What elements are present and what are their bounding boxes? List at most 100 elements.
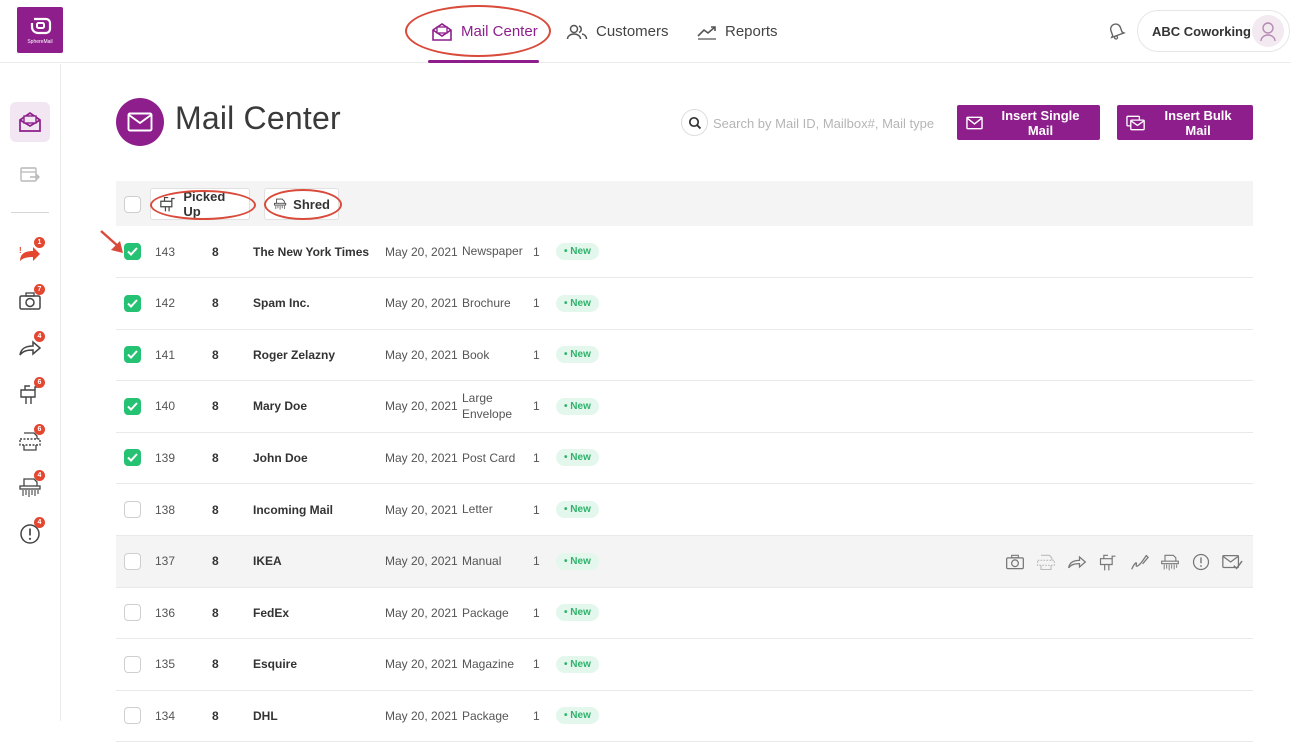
- status-cell: • New: [556, 381, 599, 432]
- search-button[interactable]: [681, 109, 708, 136]
- table-row[interactable]: 137 8 IKEA May 20, 2021 Manual 1 • New: [116, 535, 1253, 588]
- sidebar-item-mailbox[interactable]: 6: [10, 374, 50, 414]
- mailbox-number: 8: [212, 399, 219, 414]
- checkmark-icon: [127, 402, 138, 411]
- table-row[interactable]: 143 8 The New York Times May 20, 2021 Newspa…: [116, 226, 1253, 278]
- mail-id: 134: [155, 708, 176, 723]
- account-menu[interactable]: ABC Coworking: [1137, 10, 1290, 52]
- brand-logo[interactable]: SphereMail: [17, 7, 63, 53]
- row-checkbox[interactable]: [124, 449, 141, 467]
- nav-customers[interactable]: Customers: [566, 0, 669, 63]
- status-badge: • New: [556, 397, 599, 415]
- mail-id: 139: [155, 450, 176, 465]
- mail-id: 142: [155, 296, 176, 311]
- scan-icon[interactable]: [1035, 551, 1057, 573]
- page-title: Mail Center: [175, 100, 341, 136]
- select-all-checkbox[interactable]: [124, 196, 141, 213]
- sender-name[interactable]: Spam Inc.: [253, 278, 310, 329]
- status-badge: • New: [556, 346, 599, 364]
- sender-name[interactable]: FedEx: [253, 587, 289, 638]
- status-badge: • New: [556, 655, 599, 673]
- table-row[interactable]: 136 8 FedEx May 20, 2021 Package 1 • New: [116, 587, 1253, 640]
- row-checkbox[interactable]: [124, 294, 141, 312]
- envelope-check-icon[interactable]: [1221, 551, 1243, 573]
- row-checkbox[interactable]: [124, 397, 141, 415]
- sender-name[interactable]: Esquire: [253, 639, 297, 690]
- sidebar-item-scan[interactable]: 6: [10, 421, 50, 461]
- checkmark-icon: [127, 350, 138, 360]
- sidebar-item-inbox-forward[interactable]: [10, 154, 50, 194]
- mailbox-number: 8: [212, 244, 219, 259]
- table-row[interactable]: 135 8 Esquire May 20, 2021 Magazine 1 • New: [116, 639, 1253, 691]
- table-row[interactable]: 138 8 Incoming Mail May 20, 2021 Letter 1 • Ne…: [116, 484, 1253, 536]
- sender-name[interactable]: DHL: [253, 690, 278, 741]
- sign-icon[interactable]: [1128, 551, 1150, 573]
- mailbox-number: 8: [212, 657, 219, 672]
- sender-name[interactable]: Mary Doe: [253, 381, 307, 432]
- table-row[interactable]: 141 8 Roger Zelazny May 20, 2021 Book 1 • New: [116, 329, 1253, 382]
- sidebar-item-shred[interactable]: 4: [10, 467, 50, 507]
- picked-up-button[interactable]: Picked Up: [150, 188, 250, 220]
- sidebar-item-mail-center[interactable]: [10, 102, 50, 142]
- nav-reports[interactable]: Reports: [697, 0, 778, 63]
- shred-icon[interactable]: [1159, 551, 1181, 573]
- table-row[interactable]: 142 8 Spam Inc. May 20, 2021 Brochure 1 • New: [116, 278, 1253, 330]
- row-checkbox[interactable]: [124, 707, 141, 725]
- mail-type: Magazine: [462, 657, 515, 672]
- picked-up-label: Picked Up: [183, 189, 226, 219]
- nav-mail-center[interactable]: Mail Center: [428, 0, 539, 63]
- insert-bulk-mail-button[interactable]: Insert Bulk Mail: [1117, 105, 1253, 140]
- mailbox-number: 8: [212, 708, 219, 723]
- mail-center-icon: [19, 111, 41, 132]
- logo-text: SphereMail: [27, 39, 53, 45]
- shred-icon: [273, 198, 287, 210]
- status-badge: • New: [556, 449, 599, 467]
- status-badge: • New: [556, 552, 599, 570]
- sidebar-item-camera[interactable]: 7: [10, 281, 50, 321]
- nav-label: Reports: [725, 23, 778, 40]
- search-input[interactable]: [713, 110, 943, 136]
- row-checkbox[interactable]: [124, 552, 141, 570]
- row-checkbox[interactable]: [124, 604, 141, 622]
- table-row[interactable]: 134 8 DHL May 20, 2021 Package 1 • New: [116, 690, 1253, 742]
- envelope-open-icon: [432, 22, 452, 41]
- sender-name[interactable]: Roger Zelazny: [253, 329, 335, 380]
- table-row[interactable]: 139 8 John Doe May 20, 2021 Post Card 1 • New: [116, 432, 1253, 485]
- shred-button[interactable]: Shred: [264, 188, 339, 220]
- quantity: 1: [533, 296, 540, 311]
- row-checkbox[interactable]: [124, 655, 141, 673]
- sender-name[interactable]: The New York Times: [253, 226, 369, 277]
- sidebar-badge: 6: [34, 424, 45, 435]
- received-date: May 20, 2021: [385, 502, 458, 517]
- sidebar: ! 1 7 4 6 6 4 4: [0, 64, 61, 721]
- sidebar-item-forward[interactable]: 4: [10, 328, 50, 368]
- mail-id: 135: [155, 657, 176, 672]
- mail-type: Newspaper: [462, 244, 523, 259]
- forward-icon[interactable]: [1066, 551, 1088, 573]
- row-checkbox[interactable]: [124, 346, 141, 364]
- sender-name[interactable]: IKEA: [253, 536, 282, 587]
- account-name: ABC Coworking: [1152, 23, 1251, 39]
- status-cell: • New: [556, 484, 599, 535]
- status-badge: • New: [556, 604, 599, 622]
- table-row[interactable]: 140 8 Mary Doe May 20, 2021 Large Envelope 1 •…: [116, 381, 1253, 433]
- nav-label: Customers: [596, 23, 669, 40]
- logo-mark-icon: [30, 17, 52, 35]
- sidebar-item-alert[interactable]: 4: [10, 514, 50, 554]
- alert-icon[interactable]: [1190, 551, 1212, 573]
- received-date: May 20, 2021: [385, 605, 458, 620]
- sender-name[interactable]: Incoming Mail: [253, 484, 333, 535]
- sidebar-item-urgent[interactable]: ! 1: [10, 234, 50, 274]
- mailbox-icon[interactable]: [1097, 551, 1119, 573]
- mail-type: Letter: [462, 502, 493, 517]
- received-date: May 20, 2021: [385, 296, 458, 311]
- status-cell: • New: [556, 432, 599, 483]
- insert-single-mail-button[interactable]: Insert Single Mail: [957, 105, 1100, 140]
- bell-icon[interactable]: [1106, 20, 1126, 40]
- camera-icon[interactable]: [1004, 551, 1026, 573]
- sender-name[interactable]: John Doe: [253, 432, 308, 483]
- status-cell: • New: [556, 639, 599, 690]
- row-checkbox[interactable]: [124, 501, 141, 518]
- mail-id: 137: [155, 554, 176, 569]
- row-actions: [1004, 551, 1243, 573]
